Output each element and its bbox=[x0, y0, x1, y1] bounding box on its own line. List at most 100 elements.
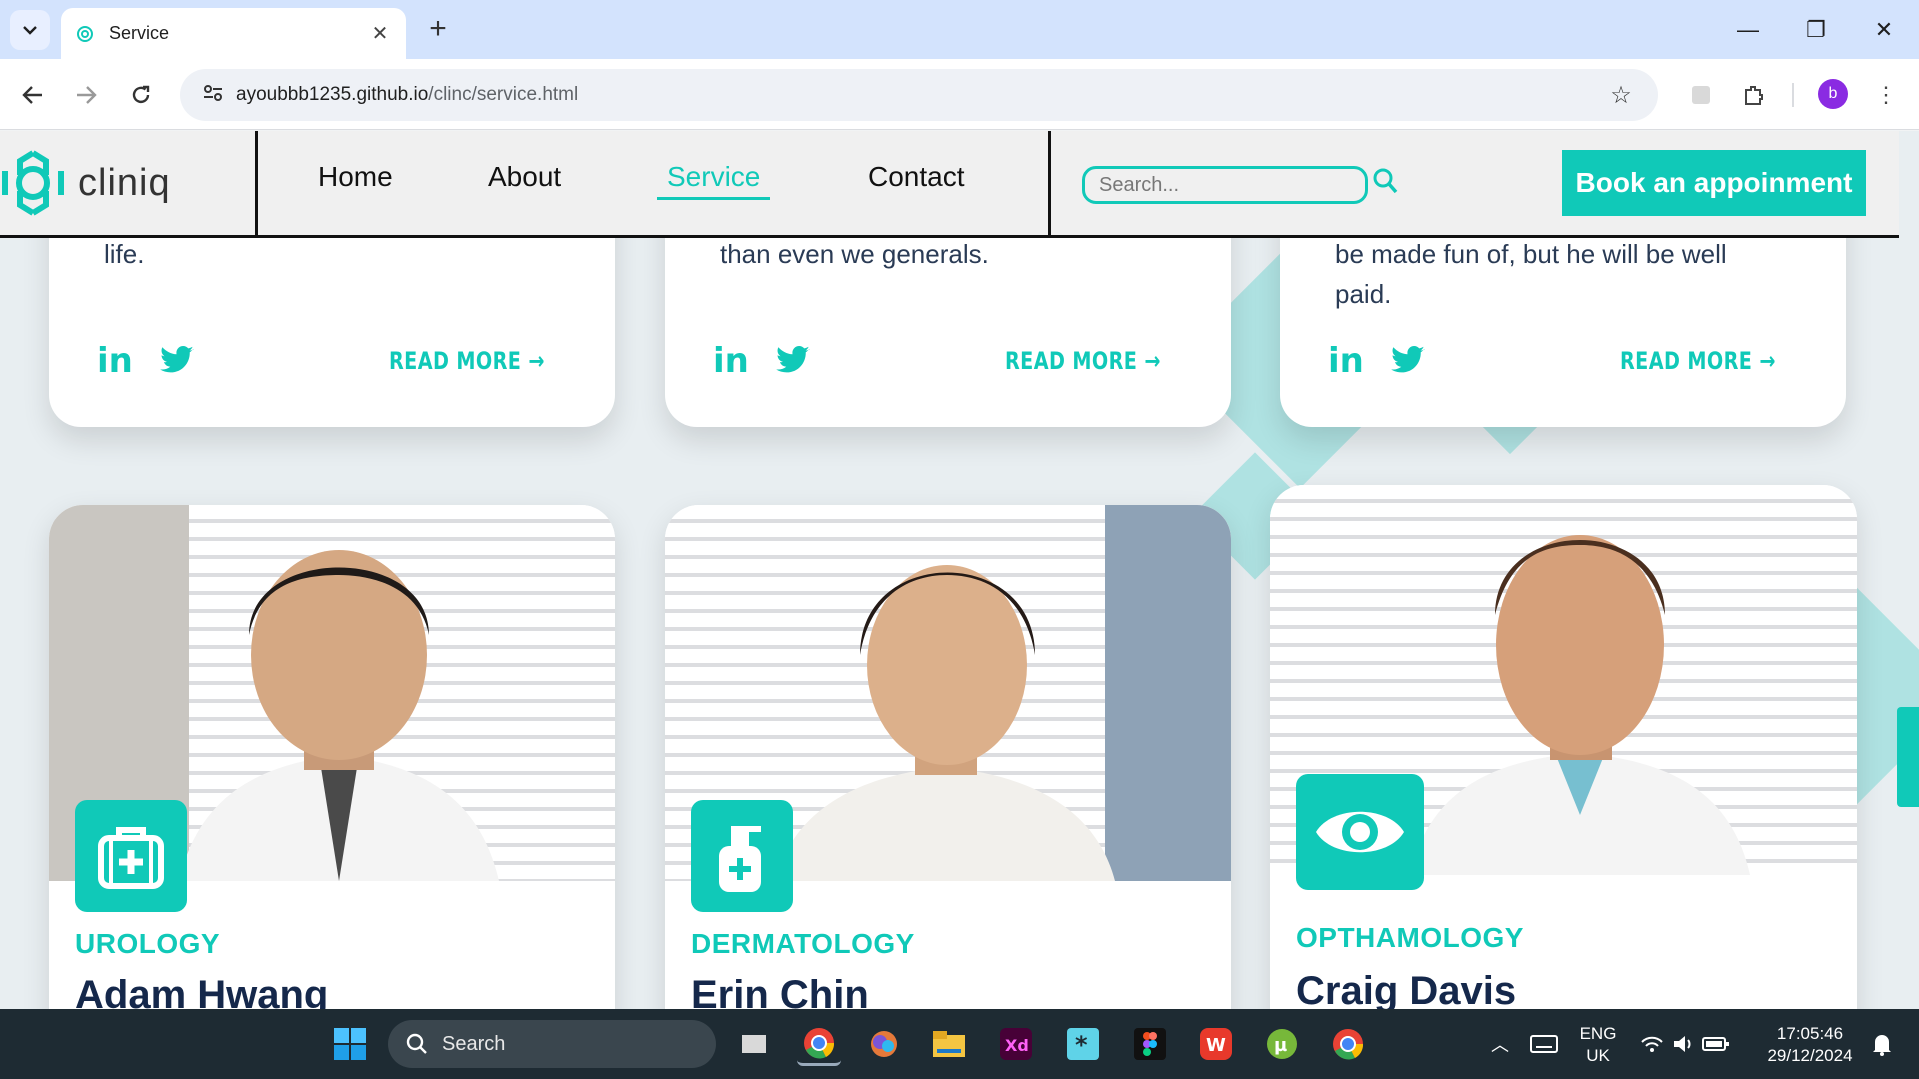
card-text-line: be made fun of, but he will be well bbox=[1335, 239, 1727, 269]
figma-icon[interactable] bbox=[1128, 1022, 1172, 1066]
back-button[interactable] bbox=[13, 75, 53, 115]
arrow-right-icon: → bbox=[1759, 347, 1776, 375]
twitter-icon[interactable] bbox=[159, 346, 195, 376]
chevron-down-icon bbox=[23, 26, 37, 35]
reload-button[interactable] bbox=[121, 75, 161, 115]
profile-avatar[interactable]: b bbox=[1818, 79, 1848, 109]
browser-toolbar: ayoubbb1235.github.io/clinc/service.html… bbox=[0, 59, 1919, 130]
doctor-card[interactable]: UROLOGY Adam Hwang bbox=[49, 505, 615, 1009]
doctor-card[interactable]: OPTHAMOLOGY Craig Davis bbox=[1270, 485, 1857, 1009]
restore-button[interactable]: ❐ bbox=[1782, 0, 1850, 59]
start-button[interactable] bbox=[328, 1022, 372, 1066]
task-view-icon[interactable] bbox=[731, 1022, 775, 1066]
utorrent-icon[interactable]: µ bbox=[1260, 1022, 1304, 1066]
forward-button[interactable] bbox=[66, 75, 106, 115]
file-explorer-icon[interactable] bbox=[927, 1022, 971, 1066]
browser-tab-service[interactable]: Service ✕ bbox=[61, 8, 406, 59]
linkedin-icon[interactable]: in bbox=[97, 341, 133, 381]
battery-icon[interactable] bbox=[1694, 1022, 1738, 1066]
svg-text:µ: µ bbox=[1274, 1035, 1287, 1056]
twitter-icon[interactable] bbox=[775, 346, 811, 376]
chrome-profile-icon[interactable] bbox=[1326, 1022, 1370, 1066]
doctor-specialty-icon-box bbox=[75, 800, 187, 912]
cliniq-favicon-icon bbox=[77, 25, 93, 42]
arrow-right-icon: → bbox=[528, 347, 545, 375]
read-more-link[interactable]: READ MORE → bbox=[389, 347, 545, 375]
snipping-tool-icon[interactable]: * bbox=[1061, 1022, 1105, 1066]
new-tab-button[interactable]: + bbox=[420, 12, 456, 48]
header-divider bbox=[255, 131, 258, 238]
browser-tab-bar: Service ✕ + — ❐ ✕ bbox=[0, 0, 1919, 59]
page-viewport: life. in READ MORE → than even we genera… bbox=[0, 131, 1919, 1009]
chevron-up-icon[interactable]: ︿ bbox=[1478, 1022, 1522, 1066]
scroll-to-top-tab[interactable] bbox=[1897, 707, 1919, 807]
read-more-link[interactable]: READ MORE → bbox=[1005, 347, 1161, 375]
url-path: /clinc/service.html bbox=[428, 84, 579, 105]
windows-taskbar: Search Xd * W µ ︿ ENG UK 17:05:46 29/12/… bbox=[0, 1009, 1919, 1079]
extensions-puzzle-icon[interactable] bbox=[1738, 79, 1770, 111]
doctor-specialty: UROLOGY bbox=[75, 928, 221, 959]
close-window-button[interactable]: ✕ bbox=[1850, 0, 1918, 59]
medical-kit-icon bbox=[98, 827, 164, 889]
read-more-link[interactable]: READ MORE → bbox=[1620, 347, 1776, 375]
windows-logo-icon bbox=[334, 1028, 366, 1060]
header-divider bbox=[1048, 131, 1051, 238]
arrow-right-icon: → bbox=[1144, 347, 1161, 375]
taskbar-search-label: Search bbox=[442, 1032, 506, 1055]
site-logo[interactable]: cliniq bbox=[0, 149, 171, 217]
nav-contact[interactable]: Contact bbox=[868, 161, 965, 193]
language-code: ENG bbox=[1579, 1024, 1617, 1043]
clock[interactable]: 17:05:46 29/12/2024 bbox=[1755, 1023, 1865, 1067]
address-bar[interactable]: ayoubbb1235.github.io/clinc/service.html… bbox=[180, 69, 1658, 121]
arrow-right-icon bbox=[77, 86, 97, 104]
card-text-line: life. bbox=[104, 239, 145, 269]
read-more-label: READ MORE bbox=[1620, 347, 1753, 375]
book-appointment-button[interactable]: Book an appoinment bbox=[1562, 150, 1866, 216]
url-text[interactable]: ayoubbb1235.github.io/clinc/service.html bbox=[236, 84, 1598, 106]
lotion-bottle-icon bbox=[719, 826, 761, 892]
doctor-specialty: DERMATOLOGY bbox=[691, 928, 915, 959]
read-more-label: READ MORE bbox=[389, 347, 522, 375]
tab-close-icon[interactable]: ✕ bbox=[368, 21, 392, 46]
card-text-line: paid. bbox=[1335, 279, 1392, 309]
nav-service[interactable]: Service bbox=[657, 161, 771, 200]
social-links: in bbox=[713, 341, 811, 381]
minimize-button[interactable]: — bbox=[1714, 0, 1782, 59]
adobe-xd-icon[interactable]: Xd bbox=[994, 1022, 1038, 1066]
language-indicator[interactable]: ENG UK bbox=[1578, 1023, 1618, 1067]
site-search-input[interactable]: Search... bbox=[1082, 166, 1368, 204]
keyboard-icon[interactable] bbox=[1522, 1022, 1566, 1066]
doctor-card[interactable]: DERMATOLOGY Erin Chin bbox=[665, 505, 1231, 1009]
copilot-icon[interactable] bbox=[862, 1022, 906, 1066]
doctor-name: Craig Davis bbox=[1296, 969, 1517, 1009]
chrome-icon[interactable] bbox=[797, 1022, 841, 1066]
svg-text:Xd: Xd bbox=[1005, 1036, 1029, 1055]
tab-title: Service bbox=[109, 23, 170, 43]
extension-icon[interactable] bbox=[1685, 79, 1717, 111]
linkedin-icon[interactable]: in bbox=[1328, 341, 1364, 381]
eye-icon bbox=[1316, 811, 1404, 853]
wps-office-icon[interactable]: W bbox=[1194, 1022, 1238, 1066]
language-region: UK bbox=[1586, 1046, 1610, 1065]
tab-search-button[interactable] bbox=[10, 10, 50, 50]
toolbar-divider bbox=[1792, 83, 1794, 107]
arrow-left-icon bbox=[22, 86, 42, 104]
doctor-name: Adam Hwang bbox=[75, 973, 329, 1009]
nav-home[interactable]: Home bbox=[318, 161, 393, 193]
doctor-specialty: OPTHAMOLOGY bbox=[1296, 922, 1524, 953]
logo-text: cliniq bbox=[78, 161, 171, 204]
site-info-icon[interactable] bbox=[190, 84, 236, 107]
nav-about[interactable]: About bbox=[488, 161, 561, 193]
twitter-icon[interactable] bbox=[1390, 346, 1426, 376]
linkedin-icon[interactable]: in bbox=[713, 341, 749, 381]
svg-text:*: * bbox=[1075, 1031, 1088, 1059]
notification-bell-icon[interactable] bbox=[1860, 1022, 1904, 1066]
search-icon[interactable] bbox=[1372, 167, 1398, 195]
social-links: in bbox=[97, 341, 195, 381]
site-header: cliniq Home About Service Contact Search… bbox=[0, 131, 1899, 238]
taskbar-search[interactable]: Search bbox=[388, 1020, 716, 1068]
bookmark-star-icon[interactable]: ☆ bbox=[1598, 81, 1644, 110]
clock-time: 17:05:46 bbox=[1776, 1024, 1844, 1043]
menu-kebab-icon[interactable]: ⋮ bbox=[1870, 79, 1902, 111]
clock-date: 29/12/2024 bbox=[1767, 1046, 1853, 1065]
